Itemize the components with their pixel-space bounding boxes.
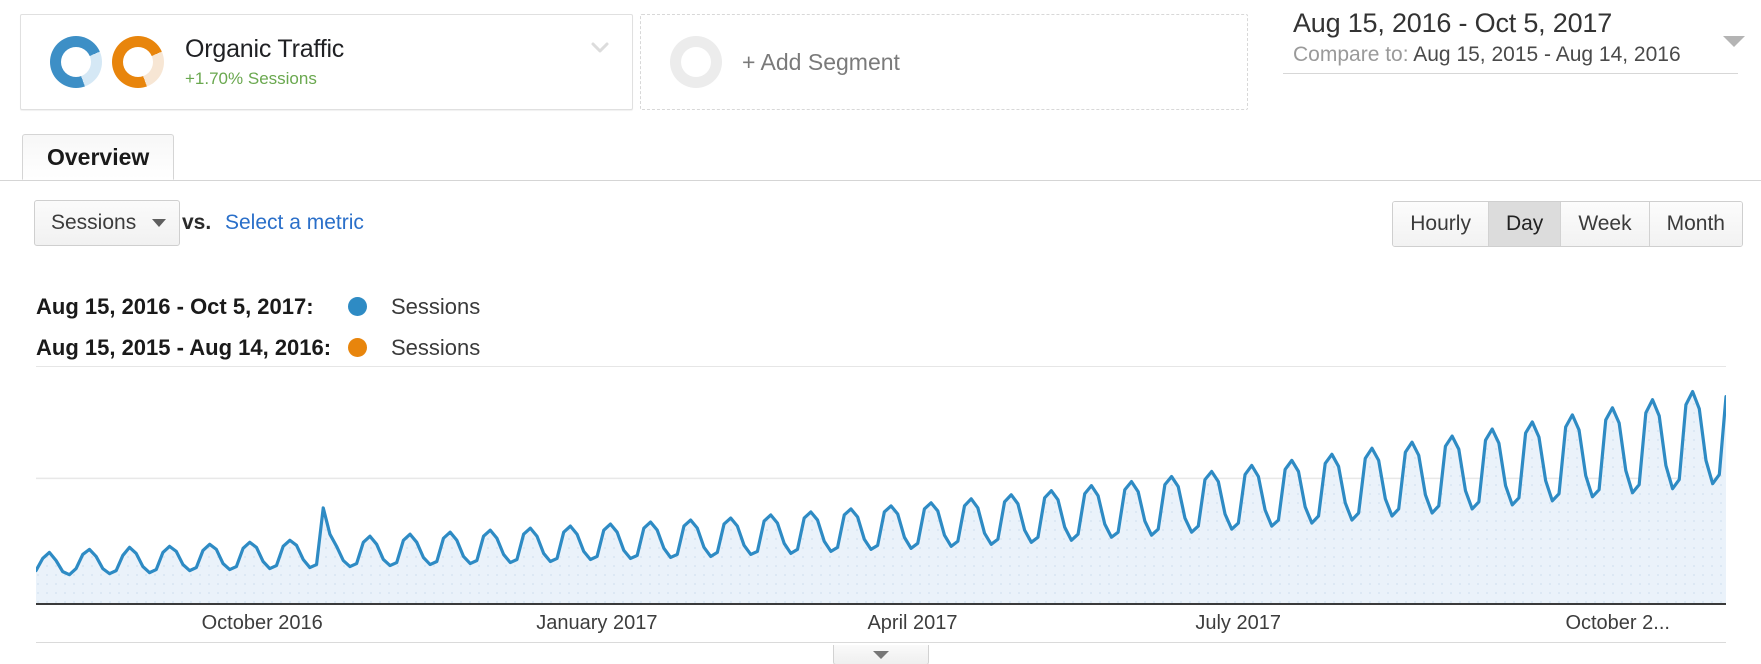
chart-bottom-bar — [36, 642, 1726, 664]
donut-placeholder-icon — [670, 36, 722, 88]
x-tick-label: January 2017 — [536, 612, 658, 634]
granularity-day-label: Day — [1505, 212, 1544, 235]
x-tick-label: July 2017 — [1195, 612, 1281, 634]
granularity-hourly-label: Hourly — [1410, 212, 1471, 235]
legend-row-compare: Aug 15, 2015 - Aug 14, 2016: Sessions — [36, 327, 480, 368]
segment-delta: +1.70% Sessions — [185, 69, 317, 89]
tab-overview-label: Overview — [47, 143, 150, 170]
granularity-month[interactable]: Month — [1649, 202, 1742, 246]
select-a-metric-link[interactable]: Select a metric — [225, 211, 364, 235]
granularity-button-group: Hourly Day Week Month — [1392, 201, 1743, 247]
chevron-down-icon[interactable] — [586, 33, 614, 61]
chart-legend: Aug 15, 2016 - Oct 5, 2017: Sessions Aug… — [36, 286, 480, 368]
add-segment-label: + Add Segment — [742, 48, 900, 75]
tab-strip: Overview — [0, 133, 1761, 181]
applied-segment-card[interactable]: Organic Traffic +1.70% Sessions — [20, 14, 633, 110]
legend-metric-compare: Sessions — [391, 334, 481, 360]
caret-down-icon[interactable] — [1723, 36, 1745, 47]
sessions-timeseries-chart[interactable] — [36, 366, 1726, 605]
chart-x-axis-line — [36, 603, 1726, 605]
x-tick-label: April 2017 — [867, 612, 958, 634]
add-segment-button[interactable]: + Add Segment — [640, 14, 1248, 110]
segment-text: Organic Traffic +1.70% Sessions — [185, 35, 344, 88]
x-tick-label: October 2016 — [201, 612, 323, 634]
compare-range: Aug 15, 2015 - Aug 14, 2016 — [1413, 43, 1681, 66]
triangle-down-icon — [873, 650, 889, 659]
legend-dot-primary — [348, 297, 367, 316]
granularity-week[interactable]: Week — [1561, 202, 1650, 246]
add-segment-donut — [670, 36, 722, 88]
granularity-month-label: Month — [1666, 212, 1725, 235]
donut-orange-icon — [112, 36, 164, 88]
legend-row-primary: Aug 15, 2016 - Oct 5, 2017: Sessions — [36, 286, 480, 327]
chevron-down-icon — [152, 219, 167, 227]
vs-label: vs. — [182, 211, 212, 234]
granularity-day[interactable]: Day — [1488, 202, 1562, 246]
legend-range-primary: Aug 15, 2016 - Oct 5, 2017: — [36, 293, 314, 319]
segment-bar: Organic Traffic +1.70% Sessions + Add Se… — [0, 0, 1761, 118]
metric-select[interactable]: Sessions — [34, 200, 181, 246]
chart-controls: Sessions vs. Select a metric Hourly Day … — [0, 196, 1761, 258]
chart-canvas — [36, 390, 1726, 605]
chart-expander-button[interactable] — [833, 645, 929, 664]
compare-prefix: Compare to: — [1293, 43, 1409, 66]
x-tick-label: October 2... — [1565, 612, 1670, 634]
date-range-compare: Compare to: Aug 15, 2015 - Aug 14, 2016 — [1283, 43, 1738, 74]
metric-select-label: Sessions — [51, 211, 137, 234]
granularity-week-label: Week — [1578, 212, 1632, 235]
legend-metric-primary: Sessions — [391, 293, 481, 319]
tab-overview[interactable]: Overview — [22, 134, 175, 180]
chart-x-axis-labels: October 2016 January 2017 April 2017 July 2… — [36, 612, 1726, 642]
segment-title: Organic Traffic — [185, 35, 345, 64]
analytics-overview-page: Organic Traffic +1.70% Sessions + Add Se… — [0, 0, 1761, 664]
date-range-primary: Aug 15, 2016 - Oct 5, 2017 — [1293, 8, 1613, 38]
donut-blue-icon — [50, 36, 102, 88]
legend-range-compare: Aug 15, 2015 - Aug 14, 2016: — [36, 334, 332, 360]
segment-donut-icons — [50, 36, 164, 88]
date-range-selector[interactable]: Aug 15, 2016 - Oct 5, 2017 Compare to: A… — [1283, 8, 1745, 74]
legend-dot-compare — [348, 338, 367, 357]
granularity-hourly[interactable]: Hourly — [1393, 202, 1489, 246]
